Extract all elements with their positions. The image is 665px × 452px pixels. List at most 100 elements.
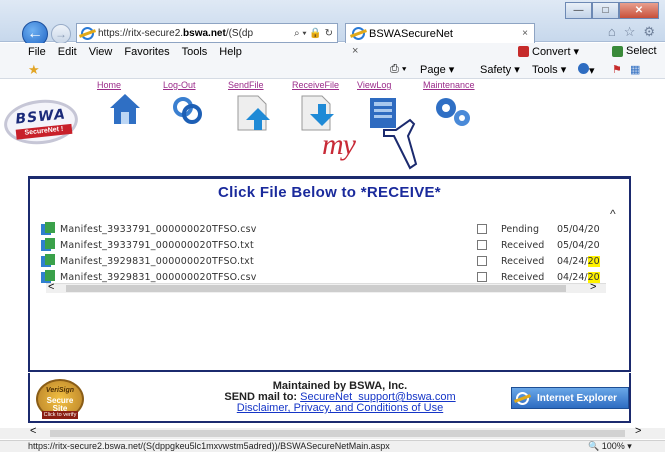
zoom-level[interactable]: 🔍 100% ▾ (588, 441, 632, 452)
ie-badge-label: Internet Explorer (537, 392, 618, 404)
sendfile-icon[interactable] (236, 94, 272, 132)
nav-viewlog-link[interactable]: ViewLog (357, 80, 391, 90)
page-scroll-thumb[interactable] (50, 430, 625, 437)
file-name-link[interactable]: Manifest_3929831_000000020TFSO.csv (60, 272, 257, 283)
nav-sendfile-link[interactable]: SendFile (228, 80, 264, 90)
tab-close-icon[interactable]: × (522, 28, 534, 39)
file-name-link[interactable]: Manifest_3933791_000000020TFSO.csv (60, 224, 257, 235)
zoom-value: 100% ▾ (599, 441, 632, 451)
close-menu-icon[interactable]: × (352, 45, 358, 57)
settings-gear-icon[interactable]: ⚙ (643, 24, 655, 40)
url-suffix: /(S(dp (225, 27, 254, 39)
verisign-secure-seal[interactable]: VeriSign Secure Site Click to verify (36, 379, 84, 419)
file-checkbox[interactable] (477, 240, 487, 250)
file-date: 05/04/20 (557, 240, 622, 251)
menu-bar: File Edit View Favorites Tools Help × Co… (0, 43, 665, 61)
file-status: Received (501, 271, 545, 283)
research-icon[interactable]: ⚑ (612, 63, 622, 76)
home-icon[interactable] (108, 92, 142, 126)
file-checkbox[interactable] (477, 272, 487, 282)
nav-receivefile-link[interactable]: ReceiveFile (292, 80, 339, 90)
url-prefix: https://ritx-secure2. (98, 27, 184, 39)
page-scroll-left-arrow[interactable]: < (30, 425, 36, 437)
nav-maintenance-link[interactable]: Maintenance (423, 80, 475, 90)
select-button[interactable]: Select (612, 45, 657, 57)
file-row[interactable]: Manifest_3933791_000000020TFSO.csv Pendi… (38, 221, 622, 237)
list-scroll-left-arrow[interactable]: < (48, 281, 54, 293)
file-status: Pending (501, 223, 539, 235)
menu-tools[interactable]: Tools (176, 46, 214, 58)
translate-icon[interactable]: ▦ (630, 63, 640, 76)
menu-edit[interactable]: Edit (52, 46, 83, 58)
close-window-button[interactable]: ✕ (619, 2, 659, 19)
page-scroll-right-arrow[interactable]: > (635, 425, 641, 437)
internet-explorer-badge[interactable]: Internet Explorer (511, 387, 629, 409)
footer-text: Maintained by BSWA, Inc. SEND mail to: S… (190, 381, 490, 414)
address-bar[interactable]: https://ritx-secure2.bswa.net/(S(dp ⌕ ▾ … (76, 23, 338, 43)
favorites-star-icon[interactable]: ☆ (624, 24, 636, 40)
file-transfer-icon (41, 222, 55, 235)
file-name-link[interactable]: Manifest_3933791_000000020TFSO.txt (60, 240, 254, 251)
file-date: 04/24/20 (557, 255, 622, 267)
address-tools[interactable]: ⌕ ▾ 🔒 ↻ (294, 28, 337, 39)
bswa-logo: BSWA SecureNet ! (1, 96, 81, 148)
menu-favorites[interactable]: Favorites (118, 46, 175, 58)
print-button[interactable]: ⎙ ▾ (390, 63, 407, 76)
seal-verify: Click to verify (42, 411, 78, 419)
maximize-button[interactable]: □ (592, 2, 619, 19)
file-row[interactable]: Manifest_3929831_000000020TFSO.txt Recei… (38, 253, 622, 269)
maintenance-gears-icon[interactable] (432, 94, 476, 130)
home-icon[interactable]: ⌂ (608, 24, 616, 40)
file-transfer-icon (41, 238, 55, 251)
file-date-highlight: 20 (587, 255, 600, 267)
page-horizontal-scrollbar[interactable]: < > (0, 425, 665, 439)
help-menu[interactable]: ▾ (578, 63, 595, 77)
receive-panel: Click File Below to *RECEIVE* ^ Manifest… (28, 176, 631, 372)
add-favorites-icon[interactable]: ★ (28, 62, 40, 78)
file-checkbox[interactable] (477, 256, 487, 266)
file-checkbox[interactable] (477, 224, 487, 234)
list-scroll-right-arrow[interactable]: > (590, 281, 596, 293)
file-status: Received (501, 239, 545, 251)
file-name-link[interactable]: Manifest_3929831_000000020TFSO.txt (60, 256, 254, 267)
page-menu[interactable]: Page ▾ (420, 63, 454, 76)
logout-icon[interactable] (172, 94, 204, 126)
ie-badge-icon (516, 391, 529, 405)
address-url[interactable]: https://ritx-secure2.bswa.net/(S(dp (98, 28, 294, 39)
menu-view[interactable]: View (83, 46, 119, 58)
site-header: BSWA SecureNet ! Home Log-Out SendFile R… (0, 80, 665, 175)
select-icon (612, 45, 623, 57)
receivefile-icon[interactable] (300, 94, 336, 132)
browser-right-icons: ⌂ ☆ ⚙ (608, 24, 655, 40)
file-row[interactable]: Manifest_3933791_000000020TFSO.txt Recei… (38, 237, 622, 253)
file-date-main: 05/04/20 (557, 239, 600, 251)
file-date-main: 04/24/ (557, 255, 588, 267)
seal-brand: VeriSign (45, 387, 75, 394)
nav-logout-link[interactable]: Log-Out (163, 80, 196, 90)
convert-label: Convert (532, 45, 571, 58)
zoom-icon: 🔍 (588, 441, 600, 451)
browser-tab[interactable]: BSWASecureNet × (345, 23, 535, 43)
file-status: Received (501, 255, 545, 267)
nav-home-link[interactable]: Home (97, 80, 121, 90)
file-date: 05/04/20 (557, 224, 622, 235)
select-label: Select (626, 45, 657, 57)
pdf-convert-icon (518, 46, 529, 57)
list-scroll-up-arrow[interactable]: ^ (610, 207, 616, 221)
status-bar: https://ritx-secure2.bswa.net/(S(dppgkeu… (0, 440, 665, 452)
print-dropdown: ▾ (401, 63, 407, 75)
help-icon (578, 63, 589, 74)
list-horizontal-scrollbar[interactable]: < > (46, 281, 606, 293)
disclaimer-link[interactable]: Disclaimer, Privacy, and Conditions of U… (237, 402, 443, 414)
tools-menu[interactable]: Tools ▾ (532, 63, 566, 76)
list-scroll-thumb[interactable] (66, 285, 566, 292)
forward-button[interactable]: → (51, 24, 71, 44)
menu-help[interactable]: Help (213, 46, 248, 58)
safety-menu[interactable]: Safety ▾ (480, 63, 520, 76)
file-transfer-icon (41, 254, 55, 267)
url-domain: bswa.net (183, 27, 226, 39)
minimize-button[interactable]: — (565, 2, 592, 19)
convert-button[interactable]: Convert ▾ (518, 45, 579, 58)
ie-page-icon (81, 26, 94, 40)
menu-file[interactable]: File (22, 46, 52, 58)
